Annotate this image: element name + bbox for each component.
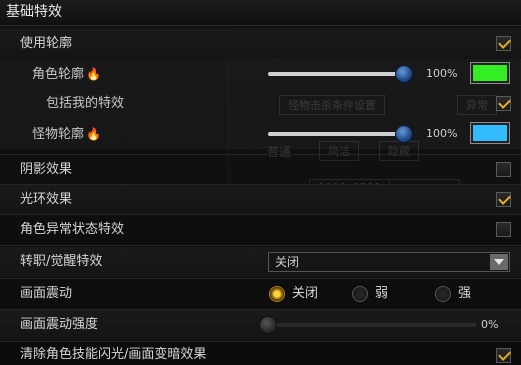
character-outline-slider[interactable] <box>268 72 406 76</box>
use-outline-checkbox[interactable] <box>496 36 511 51</box>
shake-radio-weak[interactable] <box>352 286 368 302</box>
flame-icon: 🔥 <box>86 67 101 81</box>
basic-effects-panel: 基础特效 效果 显示 怪物击杀条件设置 异常 普通 简洁 隐藏 2000x150… <box>0 0 521 365</box>
awakening-effect-select[interactable]: 关闭 <box>268 252 510 272</box>
flame-icon: 🔥 <box>86 127 101 141</box>
halo-effect-label: 光环效果 <box>20 192 73 207</box>
row-abnormal-status: 角色异常状态特效 <box>0 215 521 245</box>
character-outline-slider-knob[interactable] <box>395 65 413 83</box>
monster-outline-slider[interactable] <box>268 132 406 136</box>
shadow-effect-checkbox[interactable] <box>496 162 511 177</box>
shake-strength-value: 0% <box>481 318 499 331</box>
shake-option-strong-label: 强 <box>458 286 472 301</box>
row-shake-strength: 画面震动强度 0% <box>0 310 521 340</box>
shake-strength-slider[interactable] <box>268 323 476 327</box>
awakening-effect-selected: 关闭 <box>275 255 300 269</box>
shake-option-weak-label: 弱 <box>375 286 389 301</box>
character-outline-color-swatch[interactable] <box>470 62 510 84</box>
include-my-effects-checkbox[interactable] <box>496 96 511 111</box>
character-outline-value: 100% <box>426 67 458 80</box>
character-outline-text: 角色轮廓 <box>32 67 85 82</box>
divider <box>0 245 521 246</box>
shake-option-off-label: 关闭 <box>292 286 319 301</box>
monster-outline-color-swatch[interactable] <box>470 122 510 144</box>
shake-radio-strong[interactable] <box>435 286 451 302</box>
row-halo-effect: 光环效果 <box>0 185 521 215</box>
use-outline-label: 使用轮廓 <box>20 36 73 51</box>
include-my-effects-label: 包括我的特效 <box>46 96 125 111</box>
screen-shake-label: 画面震动 <box>20 286 73 301</box>
awakening-effect-label: 转职/觉醒特效 <box>20 254 103 269</box>
panel-header: 基础特效 <box>0 0 521 26</box>
shadow-effect-label: 阴影效果 <box>20 162 73 177</box>
monster-outline-value: 100% <box>426 127 458 140</box>
row-screen-shake: 画面震动 关闭 弱 强 <box>0 279 521 309</box>
halo-effect-checkbox[interactable] <box>496 192 511 207</box>
clear-skill-flash-label: 清除角色技能闪光/画面变暗效果 <box>20 347 207 362</box>
clear-skill-flash-checkbox[interactable] <box>496 348 511 363</box>
shake-strength-label: 画面震动强度 <box>20 317 99 332</box>
monster-outline-slider-knob[interactable] <box>395 125 413 143</box>
monster-outline-color <box>473 125 507 141</box>
row-character-outline: 角色轮廓 🔥 100% <box>0 59 521 89</box>
monster-outline-text: 怪物轮廓 <box>32 127 85 142</box>
shake-radio-off[interactable] <box>269 286 285 302</box>
row-shadow-effect: 阴影效果 <box>0 155 521 185</box>
shake-strength-slider-knob[interactable] <box>259 316 277 334</box>
character-outline-label: 角色轮廓 🔥 <box>32 59 101 90</box>
monster-outline-label: 怪物轮廓 🔥 <box>32 119 101 150</box>
row-monster-outline: 怪物轮廓 🔥 100% <box>0 119 521 149</box>
character-outline-color <box>473 65 507 81</box>
abnormal-status-label: 角色异常状态特效 <box>20 222 125 237</box>
row-clear-skill-flash: 清除角色技能闪光/画面变暗效果 <box>0 342 521 365</box>
character-outline-slider-fill <box>268 72 406 76</box>
row-use-outline: 使用轮廓 <box>0 29 521 59</box>
monster-outline-slider-fill <box>268 132 406 136</box>
abnormal-status-checkbox[interactable] <box>496 222 511 237</box>
panel-title: 基础特效 <box>6 4 62 20</box>
chevron-down-icon[interactable] <box>490 254 508 270</box>
row-include-my-effects: 包括我的特效 <box>0 89 521 119</box>
